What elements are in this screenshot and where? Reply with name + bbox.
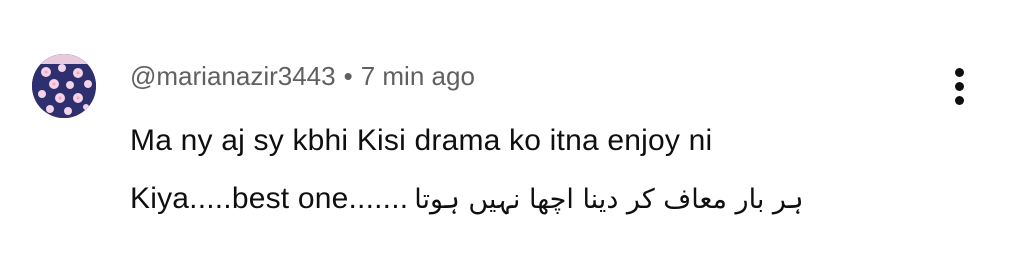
comment-text-urdu: ہر بار معاف کر دینا اچھا نہیں ہوتا xyxy=(414,184,804,215)
comment-text-latin: Kiya.....best one....... xyxy=(130,182,409,215)
comment-text-line-1: Ma ny aj sy kbhi Kisi drama ko itna enjo… xyxy=(130,124,713,157)
menu-dot xyxy=(955,68,964,77)
comment-text-line-2: Kiya.....best one....... ہر بار معاف کر د… xyxy=(130,170,930,229)
meta-separator: • xyxy=(343,61,353,91)
comment-text: Ma ny aj sy kbhi Kisi drama ko itna enjo… xyxy=(130,112,930,229)
comment-item: @marianazir3443 • 7 min ago Ma ny aj sy kb… xyxy=(0,0,1024,265)
comment-timestamp[interactable]: 7 min ago xyxy=(361,61,475,91)
menu-dot xyxy=(955,82,964,91)
avatar[interactable] xyxy=(32,54,96,118)
comment-meta: @marianazir3443 • 7 min ago xyxy=(130,58,475,94)
flowers-avatar-icon xyxy=(32,54,96,118)
menu-dot xyxy=(955,96,964,105)
more-vert-icon[interactable] xyxy=(946,64,974,108)
author-handle[interactable]: @marianazir3443 xyxy=(130,61,336,91)
